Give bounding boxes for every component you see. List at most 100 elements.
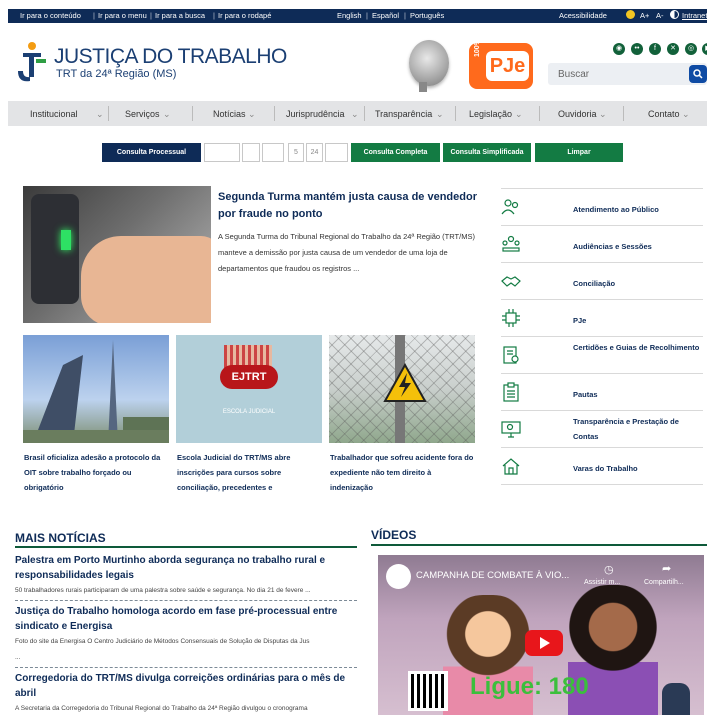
video-title[interactable]: CAMPANHA DE COMBATE À VIO...	[416, 570, 569, 581]
monitor-icon	[501, 421, 521, 438]
people-icon	[501, 199, 519, 215]
warning-sign-icon	[383, 363, 427, 402]
jt-logo-icon[interactable]	[14, 41, 50, 85]
service-item[interactable]: Varas do Trabalho	[501, 447, 703, 485]
news-card-title[interactable]: Brasil oficializa adesão a protocolo da …	[24, 450, 169, 495]
channel-avatar[interactable]	[386, 564, 411, 589]
nav-contato[interactable]: Contato	[648, 109, 680, 119]
chevron-down-icon: ⌄	[599, 109, 607, 119]
nav-ouvidoria[interactable]: Ouvidoria	[558, 109, 597, 119]
lang-english[interactable]: English	[337, 11, 362, 20]
rss-icon[interactable]: ◉	[613, 43, 625, 55]
font-increase-button[interactable]: A+	[640, 11, 649, 20]
news-item-title[interactable]: Corregedoria do TRT/MS divulga correiçõe…	[15, 671, 355, 701]
service-item[interactable]: Conciliação	[501, 262, 703, 299]
process-year-field[interactable]	[262, 143, 284, 162]
news-item-title[interactable]: Justiça do Trabalho homologa acordo em f…	[15, 604, 355, 634]
service-label: Certidões e Guias de Recolhimento	[573, 343, 700, 352]
contrast-icon[interactable]	[670, 10, 679, 19]
share-label[interactable]: Compartilh...	[644, 579, 684, 586]
youtube-icon[interactable]: ▶	[702, 43, 707, 55]
search-button[interactable]	[689, 65, 707, 83]
video-player[interactable]: CAMPANHA DE COMBATE À VIO... ◷ Assistir …	[378, 555, 704, 715]
qr-code-icon	[408, 671, 448, 711]
section-underline	[15, 546, 357, 548]
news-card-title[interactable]: Trabalhador que sofreu acidente fora do …	[330, 450, 475, 495]
news-card-image[interactable]: EJTRT ESCOLA JUDICIAL	[176, 335, 322, 443]
watch-later-label[interactable]: Assistir m...	[584, 579, 620, 586]
nav-divider	[539, 106, 540, 121]
process-region-field[interactable]: 24	[306, 143, 323, 162]
process-origin-field[interactable]	[325, 143, 348, 162]
process-digit-field[interactable]	[242, 143, 260, 162]
skip-footer-link[interactable]: Ir para o rodapé	[218, 11, 271, 20]
service-label: Audiências e Sessões	[573, 242, 652, 251]
sign-language-interpreter	[662, 683, 690, 715]
instagram-icon[interactable]: ◎	[685, 43, 697, 55]
ejtrt-logo-text: EJTRT	[220, 365, 278, 389]
service-item[interactable]: Pautas	[501, 373, 703, 410]
service-item[interactable]: Audiências e Sessões	[501, 225, 703, 262]
news-card-image[interactable]	[329, 335, 475, 443]
simple-search-button[interactable]: Consulta Simplificada	[443, 143, 531, 162]
nav-noticias[interactable]: Notícias	[213, 109, 246, 119]
font-decrease-button[interactable]: A-	[656, 11, 664, 20]
skip-menu-link[interactable]: Ir para o menu	[98, 11, 147, 20]
intranet-link[interactable]: Intranet	[682, 11, 707, 20]
news-item-summary: 50 trabalhadores rurais participaram de …	[15, 587, 311, 594]
quality-seal-icon[interactable]	[409, 40, 449, 92]
news-item-summary-cont: ...	[15, 654, 21, 661]
play-button-icon[interactable]	[525, 630, 563, 656]
hand	[81, 236, 211, 323]
process-number-field[interactable]	[204, 143, 240, 162]
service-item[interactable]: Atendimento ao Público	[501, 188, 703, 225]
lang-portuguese[interactable]: Português	[410, 11, 444, 20]
service-item[interactable]: PJe	[501, 299, 703, 336]
featured-news-image[interactable]	[23, 186, 211, 323]
house-icon	[502, 458, 520, 475]
featured-news-summary: A Segunda Turma do Tribunal Regional do …	[218, 232, 475, 273]
accessibility-icon[interactable]	[626, 10, 635, 19]
service-label: Conciliação	[573, 279, 616, 288]
share-icon[interactable]: ➦	[662, 562, 671, 575]
separator: |	[150, 11, 152, 20]
news-card-title[interactable]: Escola Judicial do TRT/MS abre inscriçõe…	[177, 450, 322, 495]
service-item[interactable]: Certidões e Guias de Recolhimento	[501, 336, 703, 373]
pje-badge: 100%	[474, 39, 481, 57]
site-subtitle: TRT da 24ª Região (MS)	[56, 68, 177, 80]
handshake-icon	[501, 276, 521, 287]
clear-button[interactable]: Limpar	[535, 143, 623, 162]
nav-transparencia[interactable]: Transparência	[375, 109, 432, 119]
pje-logo[interactable]: 100% PJe	[469, 39, 533, 89]
news-item-title[interactable]: Palestra em Porto Murtinho aborda segura…	[15, 553, 355, 583]
main-nav: Institucional ⌄ Serviços ⌄ Notícias ⌄ Ju…	[8, 101, 707, 126]
facebook-icon[interactable]: f	[649, 43, 661, 55]
process-justice-field[interactable]: 5	[288, 143, 304, 162]
skip-content-link[interactable]: Ir para o conteúdo	[20, 11, 81, 20]
accessibility-link[interactable]: Acessibilidade	[559, 11, 607, 20]
nav-institucional[interactable]: Institucional	[30, 109, 78, 119]
nav-jurisprudencia[interactable]: Jurisprudência	[286, 109, 345, 119]
chevron-down-icon: ⌄	[96, 109, 104, 119]
section-underline	[371, 544, 707, 546]
flickr-icon[interactable]: ••	[631, 43, 643, 55]
meeting-icon	[502, 235, 520, 252]
news-card-image[interactable]	[23, 335, 169, 443]
search-box	[548, 63, 707, 85]
nav-divider	[192, 106, 193, 121]
chevron-down-icon: ⌄	[163, 109, 171, 119]
separator: |	[366, 11, 368, 20]
x-twitter-icon[interactable]: ✕	[667, 43, 679, 55]
service-item[interactable]: Transparência e Prestação de Contas	[501, 410, 703, 447]
search-input[interactable]	[548, 63, 687, 85]
lang-spanish[interactable]: Español	[372, 11, 399, 20]
featured-news-title[interactable]: Segunda Turma mantém justa causa de vend…	[218, 189, 488, 223]
clock-icon[interactable]: ◷	[604, 563, 614, 576]
top-bar: Ir para o conteúdo | Ir para o menu | Ir…	[8, 9, 707, 23]
skip-search-link[interactable]: Ir para a busca	[155, 11, 205, 20]
chevron-down-icon: ⌄	[248, 109, 256, 119]
site-title[interactable]: JUSTIÇA DO TRABALHO	[54, 45, 287, 69]
nav-legislacao[interactable]: Legislação	[469, 109, 512, 119]
nav-servicos[interactable]: Serviços	[125, 109, 160, 119]
full-search-button[interactable]: Consulta Completa	[351, 143, 440, 162]
